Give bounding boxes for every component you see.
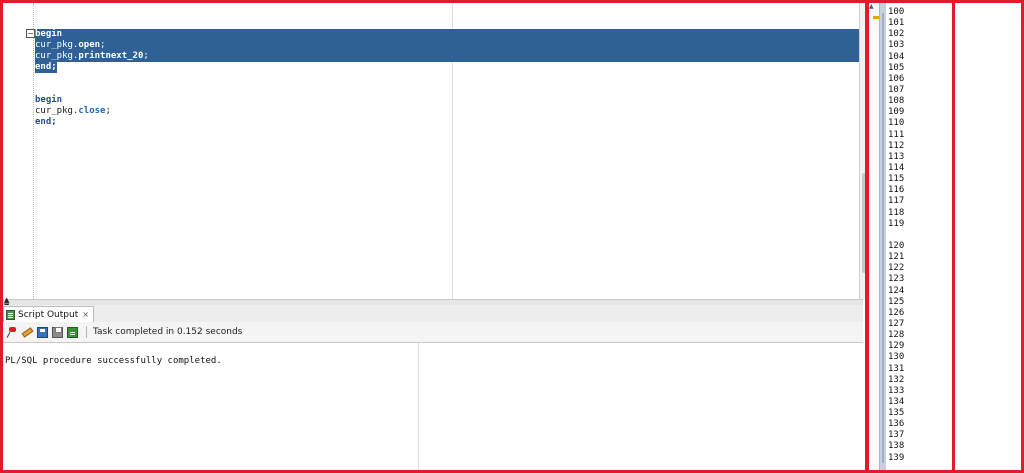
annotation-frame-left — [0, 0, 868, 473]
annotation-frame-right — [952, 0, 1024, 473]
annotation-frame-middle — [866, 0, 955, 473]
